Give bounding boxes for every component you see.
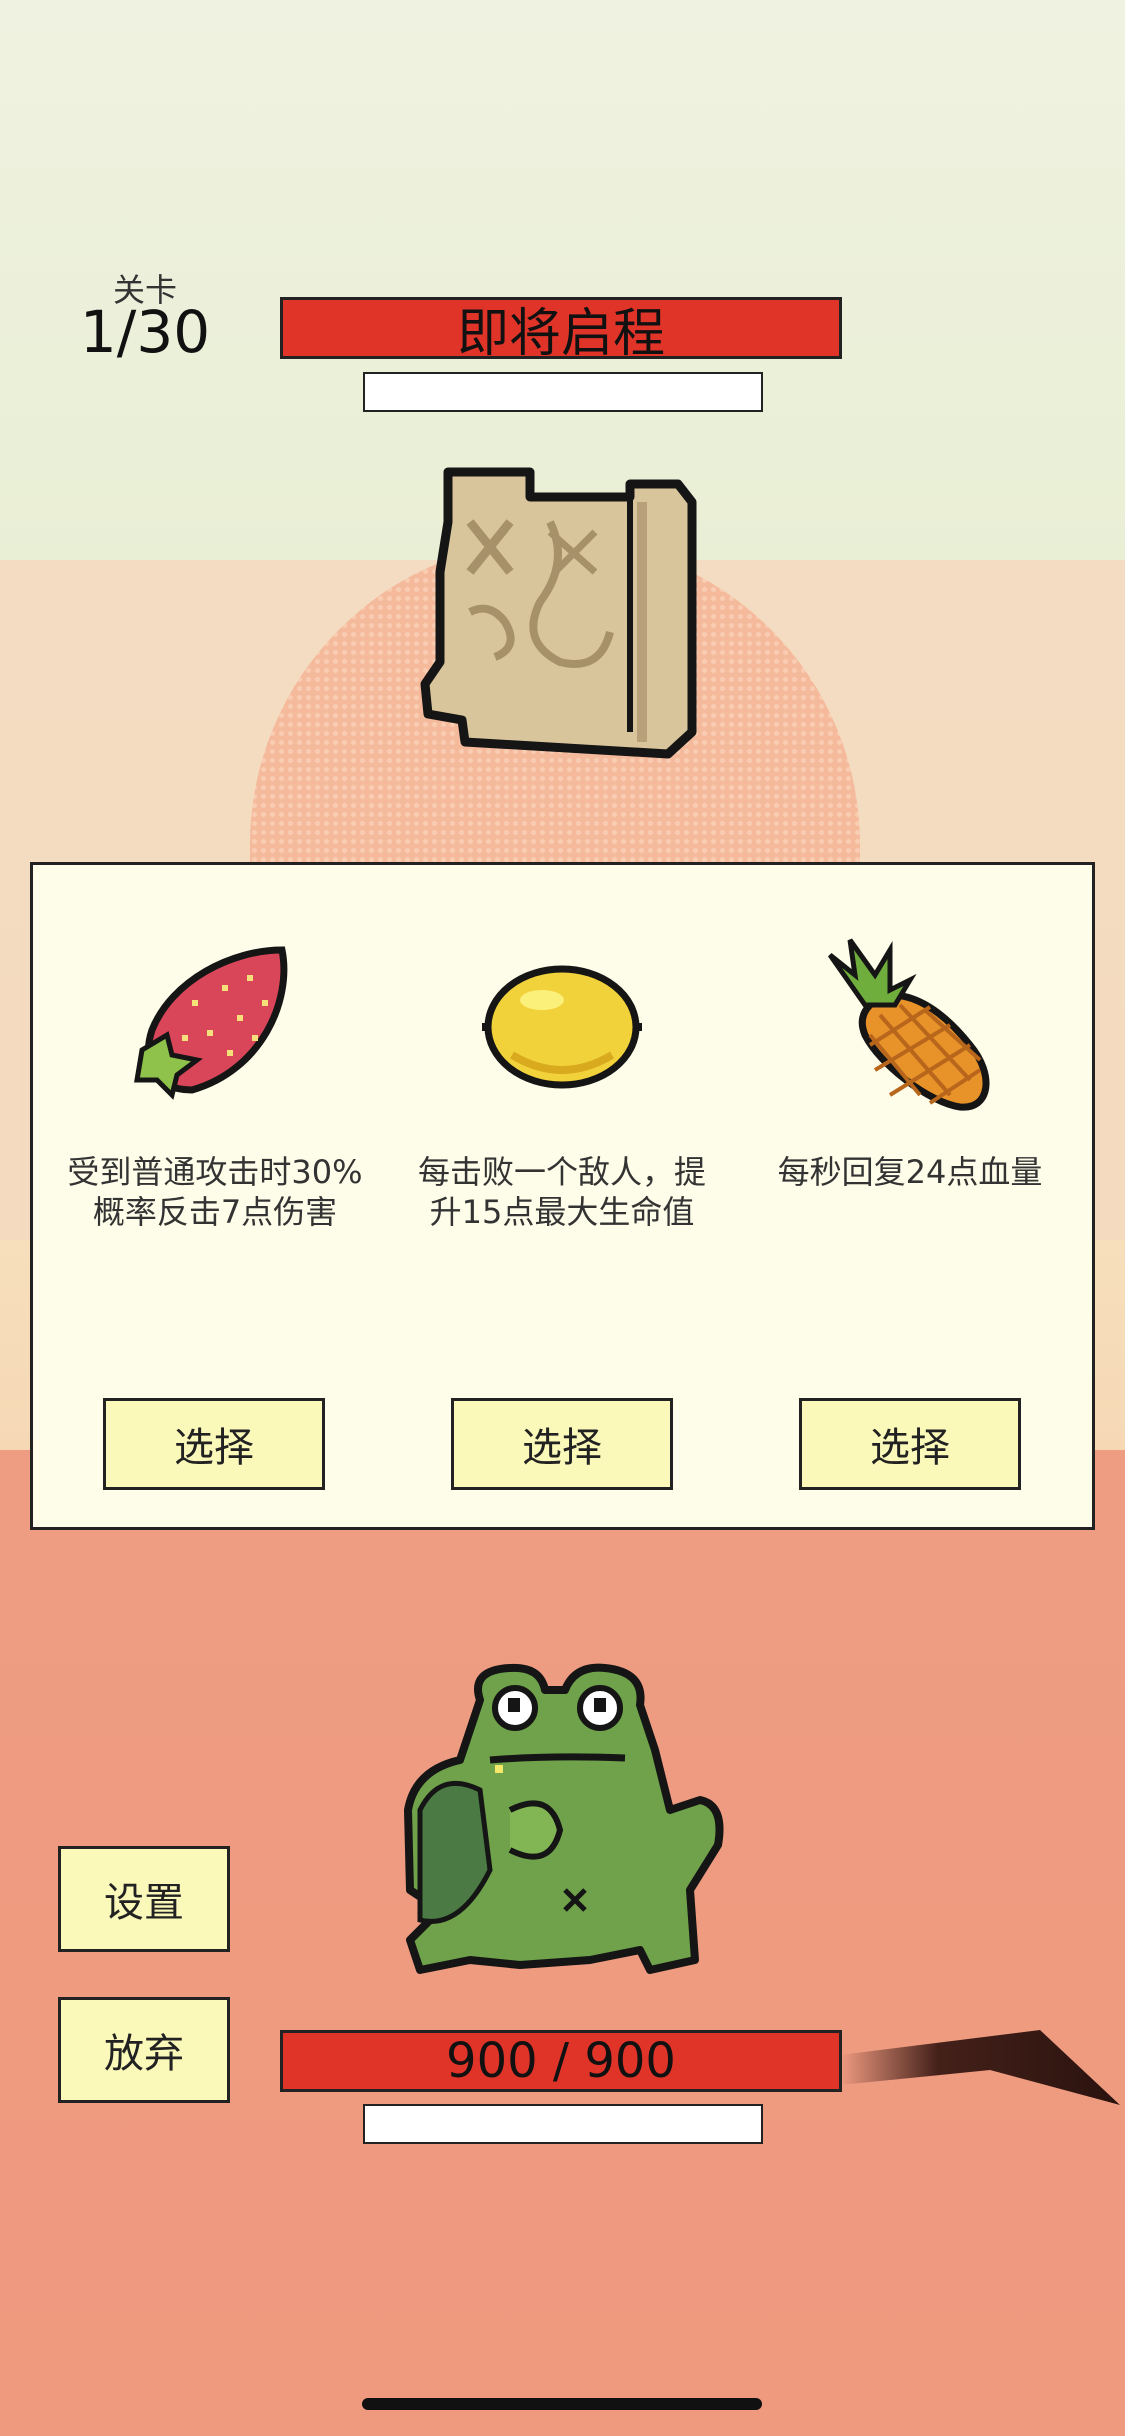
player-energy-bar bbox=[363, 2104, 763, 2144]
select-button-1[interactable]: 选择 bbox=[103, 1398, 325, 1490]
attack-smear-effect bbox=[840, 2030, 1120, 2105]
stage-title-bar: 即将启程 bbox=[280, 297, 842, 364]
select-button-3[interactable]: 选择 bbox=[799, 1398, 1021, 1490]
pineapple-icon[interactable] bbox=[820, 935, 1000, 1115]
stage-counter: 1/30 bbox=[79, 298, 211, 366]
select-button-2[interactable]: 选择 bbox=[451, 1398, 673, 1490]
player-hp-text: 900 / 900 bbox=[446, 2033, 676, 2089]
item-description-3: 每秒回复24点血量 bbox=[777, 1153, 1043, 1191]
item-description-2: 每击败一个敌人，提升15点最大生命值 bbox=[417, 1153, 706, 1231]
frog-player-character bbox=[404, 1663, 724, 1974]
lemon-icon[interactable] bbox=[482, 955, 642, 1095]
strawberry-icon[interactable] bbox=[132, 940, 292, 1100]
stage-title: 即将启程 bbox=[456, 303, 665, 364]
map-scroll-icon bbox=[420, 467, 697, 759]
item-description-1: 受到普通攻击时30%概率反击7点伤害 bbox=[67, 1153, 363, 1231]
stage-progress-bar bbox=[363, 372, 763, 412]
home-indicator[interactable] bbox=[362, 2398, 762, 2410]
settings-button[interactable]: 设置 bbox=[58, 1846, 230, 1952]
give-up-button[interactable]: 放弃 bbox=[58, 1997, 230, 2103]
player-hp-bar: 900 / 900 bbox=[280, 2030, 842, 2092]
